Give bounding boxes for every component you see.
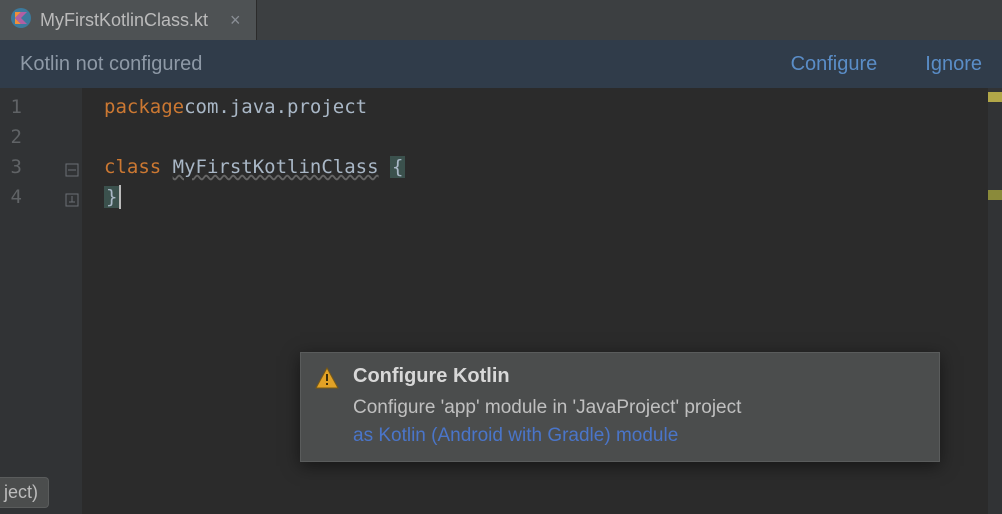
brace-open: { (390, 156, 405, 178)
ignore-link[interactable]: Ignore (925, 53, 982, 76)
notification-message: Kotlin not configured (20, 53, 202, 76)
truncated-popup-fragment: ject) (0, 477, 49, 508)
code-line: class MyFirstKotlinClass { (82, 152, 1002, 182)
kotlin-file-icon (10, 7, 32, 34)
warning-icon (315, 367, 339, 449)
configure-link[interactable]: Configure (791, 53, 878, 76)
intention-description: Configure 'app' module in 'JavaProject' … (353, 394, 925, 422)
code-line: } (82, 182, 1002, 212)
gutter-line: 2 (0, 122, 82, 152)
code-line: package com.java.project (82, 92, 1002, 122)
keyword: package (104, 96, 184, 118)
keyword: class (104, 156, 161, 178)
text-caret (119, 185, 121, 209)
code-line (82, 122, 1002, 152)
tab-bar: MyFirstKotlinClass.kt × (0, 0, 1002, 40)
brace-close: } (104, 186, 119, 208)
file-tab[interactable]: MyFirstKotlinClass.kt × (0, 0, 257, 40)
gutter: 1 2 3 4 (0, 88, 82, 514)
fold-collapse-icon[interactable] (65, 160, 79, 174)
gutter-line: 4 (0, 182, 82, 212)
tab-filename: MyFirstKotlinClass.kt (40, 10, 208, 31)
error-stripe (988, 88, 1002, 514)
warning-marker[interactable] (988, 92, 1002, 102)
intention-text: Configure Kotlin Configure 'app' module … (353, 365, 925, 449)
fold-end-icon[interactable] (65, 190, 79, 204)
notification-bar: Kotlin not configured Configure Ignore (0, 40, 1002, 88)
intention-title: Configure Kotlin (353, 365, 925, 388)
gutter-line: 1 (0, 92, 82, 122)
intention-action-link[interactable]: as Kotlin (Android with Gradle) module (353, 422, 925, 450)
package-name: com.java.project (184, 96, 367, 118)
notification-actions: Configure Ignore (791, 53, 982, 76)
gutter-line: 3 (0, 152, 82, 182)
close-icon[interactable]: × (230, 10, 241, 31)
warning-marker[interactable] (988, 190, 1002, 200)
class-name: MyFirstKotlinClass (173, 156, 379, 178)
intention-popup[interactable]: Configure Kotlin Configure 'app' module … (300, 352, 940, 462)
